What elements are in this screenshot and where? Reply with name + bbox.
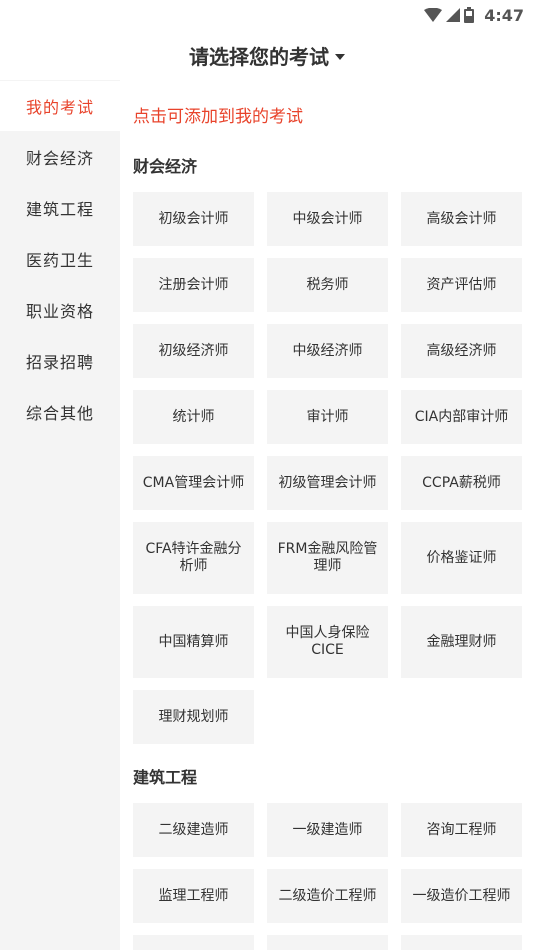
sidebar-item-construction[interactable]: 建筑工程 <box>0 183 120 233</box>
sidebar-item-other[interactable]: 综合其他 <box>0 387 120 437</box>
category-sidebar: 我的考试 财会经济 建筑工程 医药卫生 职业资格 招录招聘 综合其他 <box>0 80 120 950</box>
page-title[interactable]: 请选择您的考试 <box>189 41 329 70</box>
exam-item[interactable]: 中国精算师 <box>133 606 254 678</box>
exam-item[interactable]: 审计师 <box>267 390 388 444</box>
section-title-finance: 财会经济 <box>133 157 198 176</box>
sidebar-item-my-exams[interactable]: 我的考试 <box>0 81 120 131</box>
wifi-icon <box>424 8 443 22</box>
exam-item[interactable]: 理财规划师 <box>133 690 254 744</box>
exam-grid-finance: 初级会计师 中级会计师 高级会计师 注册会计师 税务师 资产评估师 初级经济师 … <box>133 192 522 744</box>
add-hint: 点击可添加到我的考试 <box>133 107 303 127</box>
exam-item[interactable]: 高级会计师 <box>401 192 522 246</box>
caret-down-icon[interactable] <box>335 53 345 60</box>
exam-item[interactable]: 价格鉴证师 <box>401 522 522 594</box>
exam-item[interactable]: CMA管理会计师 <box>133 456 254 510</box>
exam-item[interactable]: 税务师 <box>267 258 388 312</box>
sidebar-item-recruitment[interactable]: 招录招聘 <box>0 336 120 386</box>
exam-list: 点击可添加到我的考试 财会经济 初级会计师 中级会计师 高级会计师 注册会计师 … <box>120 80 534 950</box>
exam-item[interactable]: 一级建造师 <box>267 803 388 857</box>
section-title-construction: 建筑工程 <box>133 768 198 787</box>
battery-icon <box>464 7 475 23</box>
status-icons: 4:47 <box>424 5 524 25</box>
exam-item[interactable]: 二级建造师 <box>133 803 254 857</box>
exam-grid-construction: 二级建造师 一级建造师 咨询工程师 监理工程师 二级造价工程师 一级造价工程师 <box>133 803 522 950</box>
exam-item[interactable]: 统计师 <box>133 390 254 444</box>
exam-item[interactable]: 初级会计师 <box>133 192 254 246</box>
exam-item[interactable]: CFA特许金融分析师 <box>133 522 254 594</box>
sidebar-item-finance-economics[interactable]: 财会经济 <box>0 132 120 182</box>
exam-item[interactable]: 初级管理会计师 <box>267 456 388 510</box>
exam-item[interactable]: 二级造价工程师 <box>267 869 388 923</box>
exam-item[interactable]: 咨询工程师 <box>401 803 522 857</box>
status-time: 4:47 <box>484 5 524 25</box>
exam-item[interactable]: CIA内部审计师 <box>401 390 522 444</box>
signal-icon <box>446 8 461 22</box>
exam-item[interactable]: 一级造价工程师 <box>401 869 522 923</box>
status-bar: 4:47 <box>0 0 534 30</box>
exam-item[interactable]: 初级经济师 <box>133 324 254 378</box>
exam-item[interactable]: 中级会计师 <box>267 192 388 246</box>
sidebar-item-medicine-health[interactable]: 医药卫生 <box>0 234 120 284</box>
exam-item[interactable]: 中级经济师 <box>267 324 388 378</box>
exam-item[interactable]: CCPA薪税师 <box>401 456 522 510</box>
exam-item[interactable]: 注册会计师 <box>133 258 254 312</box>
exam-item[interactable] <box>133 935 254 950</box>
exam-item[interactable] <box>267 935 388 950</box>
sidebar-item-professional-qualification[interactable]: 职业资格 <box>0 285 120 335</box>
exam-item[interactable]: 中国人身保险CICE <box>267 606 388 678</box>
exam-item[interactable]: 资产评估师 <box>401 258 522 312</box>
exam-item[interactable]: 监理工程师 <box>133 869 254 923</box>
exam-item[interactable] <box>401 935 522 950</box>
exam-item[interactable]: FRM金融风险管理师 <box>267 522 388 594</box>
exam-selector-header[interactable]: 请选择您的考试 <box>0 30 534 80</box>
exam-item[interactable]: 金融理财师 <box>401 606 522 678</box>
exam-item[interactable]: 高级经济师 <box>401 324 522 378</box>
